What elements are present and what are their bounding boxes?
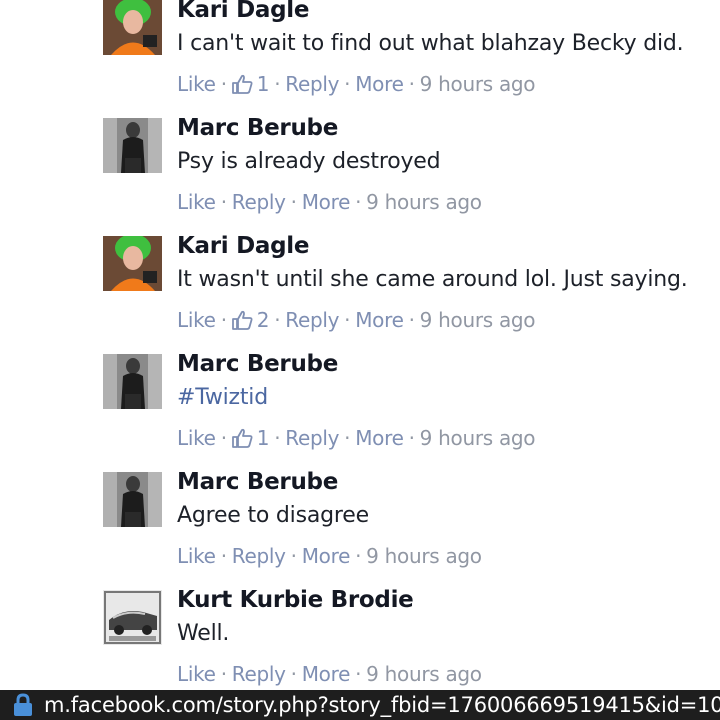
comment-actions: Like · Reply · More · 9 hours ago — [177, 190, 482, 214]
comment-author[interactable]: Kurt Kurbie Brodie — [177, 587, 414, 613]
browser-url-bar[interactable]: m.facebook.com/story.php?story_fbid=1760… — [0, 690, 720, 720]
comment-author[interactable]: Kari Dagle — [177, 0, 309, 23]
separator: · — [220, 308, 227, 332]
separator: · — [290, 544, 297, 568]
avatar-image-marc — [103, 118, 162, 173]
separator: · — [274, 426, 281, 450]
more-link[interactable]: More — [302, 544, 351, 568]
comment-item: Kari Dagle It wasn't until she came arou… — [0, 233, 720, 354]
comment-item: Marc Berube #Twiztid Like · 1 · Reply · … — [0, 351, 720, 472]
comment-actions: Like · 2 · Reply · More · 9 hours ago — [177, 308, 536, 332]
more-link[interactable]: More — [302, 662, 351, 686]
like-link[interactable]: Like — [177, 544, 216, 568]
separator: · — [220, 190, 227, 214]
more-link[interactable]: More — [355, 308, 404, 332]
comment-item: Marc Berube Agree to disagree Like · Rep… — [0, 469, 720, 590]
like-link[interactable]: Like — [177, 662, 216, 686]
comment-actions: Like · 1 · Reply · More · 9 hours ago — [177, 72, 536, 96]
reply-link[interactable]: Reply — [285, 308, 339, 332]
comment-timestamp[interactable]: 9 hours ago — [366, 544, 482, 568]
comment-timestamp[interactable]: 9 hours ago — [420, 308, 536, 332]
avatar[interactable] — [103, 354, 162, 409]
avatar[interactable] — [103, 118, 162, 173]
avatar-image-marc — [103, 354, 162, 409]
like-link[interactable]: Like — [177, 308, 216, 332]
separator: · — [408, 308, 415, 332]
hashtag-link[interactable]: #Twiztid — [177, 385, 268, 410]
comment-author[interactable]: Marc Berube — [177, 351, 338, 377]
thumbs-up-icon — [231, 428, 253, 448]
like-count[interactable]: 1 — [231, 72, 270, 96]
like-count-value: 2 — [256, 308, 270, 332]
like-link[interactable]: Like — [177, 72, 216, 96]
more-link[interactable]: More — [355, 426, 404, 450]
avatar[interactable] — [103, 590, 162, 645]
comment-actions: Like · Reply · More · 9 hours ago — [177, 662, 482, 686]
separator: · — [220, 72, 227, 96]
like-link[interactable]: Like — [177, 426, 216, 450]
reply-link[interactable]: Reply — [285, 72, 339, 96]
comment-timestamp[interactable]: 9 hours ago — [366, 662, 482, 686]
separator: · — [290, 190, 297, 214]
avatar-image-kari — [103, 0, 162, 55]
comment-author[interactable]: Marc Berube — [177, 469, 338, 495]
thumbs-up-icon — [231, 74, 253, 94]
separator: · — [344, 72, 351, 96]
comment-item: Marc Berube Psy is already destroyed Lik… — [0, 115, 720, 236]
comment-actions: Like · Reply · More · 9 hours ago — [177, 544, 482, 568]
like-count-value: 1 — [256, 426, 270, 450]
lock-icon — [14, 693, 32, 716]
comment-item: Kari Dagle I can't wait to find out what… — [0, 0, 720, 118]
thumbs-up-icon — [231, 310, 253, 330]
separator: · — [274, 308, 281, 332]
separator: · — [220, 426, 227, 450]
separator: · — [344, 426, 351, 450]
separator: · — [220, 544, 227, 568]
separator: · — [355, 662, 362, 686]
comment-text: I can't wait to find out what blahzay Be… — [177, 31, 684, 56]
separator: · — [344, 308, 351, 332]
like-count[interactable]: 1 — [231, 426, 270, 450]
comment-text: Psy is already destroyed — [177, 149, 441, 174]
reply-link[interactable]: Reply — [232, 190, 286, 214]
avatar[interactable] — [103, 0, 162, 55]
comment-timestamp[interactable]: 9 hours ago — [420, 426, 536, 450]
url-text[interactable]: m.facebook.com/story.php?story_fbid=1760… — [44, 693, 720, 717]
comment-timestamp[interactable]: 9 hours ago — [366, 190, 482, 214]
comment-author[interactable]: Marc Berube — [177, 115, 338, 141]
separator: · — [408, 426, 415, 450]
separator: · — [274, 72, 281, 96]
reply-link[interactable]: Reply — [285, 426, 339, 450]
reply-link[interactable]: Reply — [232, 662, 286, 686]
separator: · — [355, 544, 362, 568]
separator: · — [220, 662, 227, 686]
avatar-image-marc — [103, 472, 162, 527]
avatar[interactable] — [103, 472, 162, 527]
separator: · — [408, 72, 415, 96]
like-count-value: 1 — [256, 72, 270, 96]
reply-link[interactable]: Reply — [232, 544, 286, 568]
separator: · — [355, 190, 362, 214]
comment-author[interactable]: Kari Dagle — [177, 233, 309, 259]
separator: · — [290, 662, 297, 686]
avatar[interactable] — [103, 236, 162, 291]
comment-actions: Like · 1 · Reply · More · 9 hours ago — [177, 426, 536, 450]
avatar-image-kari — [103, 236, 162, 291]
comment-text: Agree to disagree — [177, 503, 369, 528]
avatar-image-kurt — [103, 590, 162, 645]
more-link[interactable]: More — [355, 72, 404, 96]
like-link[interactable]: Like — [177, 190, 216, 214]
like-count[interactable]: 2 — [231, 308, 270, 332]
more-link[interactable]: More — [302, 190, 351, 214]
comment-text: It wasn't until she came around lol. Jus… — [177, 267, 688, 292]
comment-text: Well. — [177, 621, 230, 646]
comment-timestamp[interactable]: 9 hours ago — [420, 72, 536, 96]
